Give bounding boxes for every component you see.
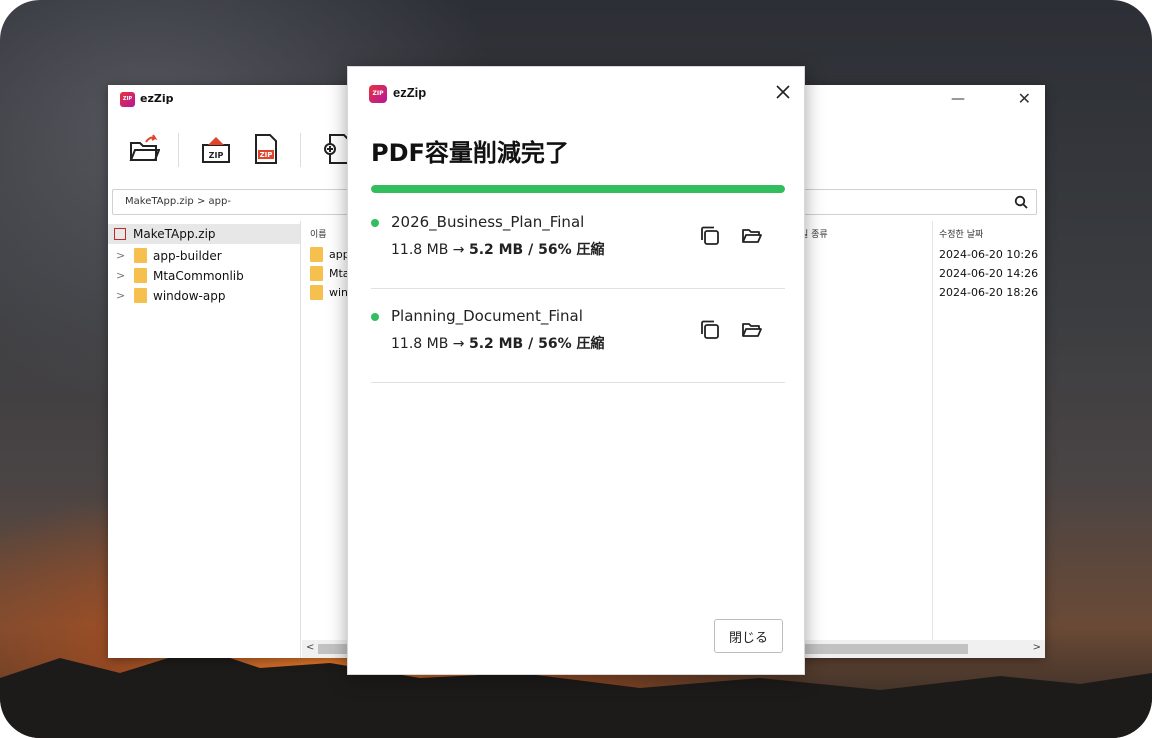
folder-icon [134, 268, 147, 283]
progress-fill [371, 185, 785, 193]
toolbar-separator [178, 133, 179, 167]
arrow-icon: → [452, 242, 465, 258]
folder-icon [310, 247, 323, 262]
close-dialog-button[interactable]: 閉じる [714, 619, 783, 653]
scroll-right-icon[interactable]: > [1033, 642, 1041, 653]
result-size-stats: 11.8 MB → 5.2 MB / 56% 圧縮 [391, 333, 604, 353]
original-size: 11.8 MB [391, 336, 449, 352]
success-status-dot [371, 313, 379, 321]
tree-item-label: window-app [153, 289, 226, 303]
list-item-date: 2024-06-20 10:26 [939, 248, 1039, 261]
open-archive-icon[interactable] [128, 133, 160, 165]
compress-zip-icon[interactable]: ZIP [200, 133, 232, 165]
svg-text:ZIP: ZIP [260, 151, 273, 159]
folder-icon [310, 266, 323, 281]
result-file-name: 2026_Business_Plan_Final [391, 213, 585, 231]
result-item: 2026_Business_Plan_Final 11.8 MB → 5.2 M… [371, 195, 785, 289]
progress-bar [371, 185, 785, 193]
scroll-left-icon[interactable]: < [306, 642, 314, 653]
ezzip-logo-icon: ZIP [369, 85, 387, 103]
toolbar-separator [300, 133, 301, 167]
result-item: Planning_Document_Final 11.8 MB → 5.2 MB… [371, 289, 785, 383]
chevron-right-icon[interactable]: > [116, 249, 125, 262]
tree-item[interactable]: > window-app [108, 286, 300, 306]
list-item-date: 2024-06-20 18:26 [939, 286, 1039, 299]
column-divider [932, 221, 933, 641]
original-size: 11.8 MB [391, 242, 449, 258]
list-item-name[interactable]: win [329, 286, 348, 299]
copy-icon[interactable] [699, 225, 721, 247]
chevron-right-icon[interactable]: > [116, 269, 125, 282]
success-status-dot [371, 219, 379, 227]
compression-result-dialog: ZIP ezZip PDF容量削減完了 2026_Business_Plan_F… [347, 66, 805, 675]
open-folder-icon[interactable] [741, 225, 763, 247]
tree-item-label: MtaCommonlib [153, 269, 244, 283]
search-icon[interactable] [1014, 195, 1028, 209]
result-file-name: Planning_Document_Final [391, 307, 583, 325]
tree-item[interactable]: > app-builder [108, 246, 300, 266]
desktop-background: ZIP ezZip — ✕ ZIP ZIP MakeTApp.zip > app… [0, 0, 1152, 738]
column-header-modified[interactable]: 수정한 날짜 [939, 227, 983, 240]
window-title: ezZip [140, 92, 174, 105]
chevron-right-icon[interactable]: > [116, 289, 125, 302]
column-header-name[interactable]: 이름 [310, 227, 327, 240]
dialog-app-name: ezZip [393, 85, 427, 100]
folder-icon [310, 285, 323, 300]
arrow-icon: → [452, 336, 465, 352]
tree-item[interactable]: > MtaCommonlib [108, 266, 300, 286]
close-icon[interactable] [775, 84, 791, 100]
compressed-result: 5.2 MB / 56% 圧縮 [468, 242, 605, 258]
compressed-result: 5.2 MB / 56% 圧縮 [468, 336, 605, 352]
archive-file-icon [114, 228, 126, 240]
path-text: MakeTApp.zip > app- [125, 196, 231, 207]
window-close-button[interactable]: ✕ [1018, 89, 1031, 108]
open-folder-icon[interactable] [741, 319, 763, 341]
result-size-stats: 11.8 MB → 5.2 MB / 56% 圧縮 [391, 239, 604, 259]
tree-item-label: app-builder [153, 249, 222, 263]
list-item-date: 2024-06-20 14:26 [939, 267, 1039, 280]
folder-icon [134, 288, 147, 303]
tree-root[interactable]: MakeTApp.zip [108, 224, 300, 244]
copy-icon[interactable] [699, 319, 721, 341]
svg-text:ZIP: ZIP [209, 151, 224, 160]
zip-file-icon[interactable]: ZIP [250, 133, 282, 165]
tree-root-label: MakeTApp.zip [133, 227, 216, 241]
folder-icon [134, 248, 147, 263]
dialog-title: PDF容量削減完了 [371, 139, 569, 167]
ezzip-logo-icon: ZIP [120, 92, 135, 107]
folder-tree: MakeTApp.zip > app-builder > MtaCommonli… [108, 221, 301, 658]
minimize-button[interactable]: — [951, 91, 965, 107]
